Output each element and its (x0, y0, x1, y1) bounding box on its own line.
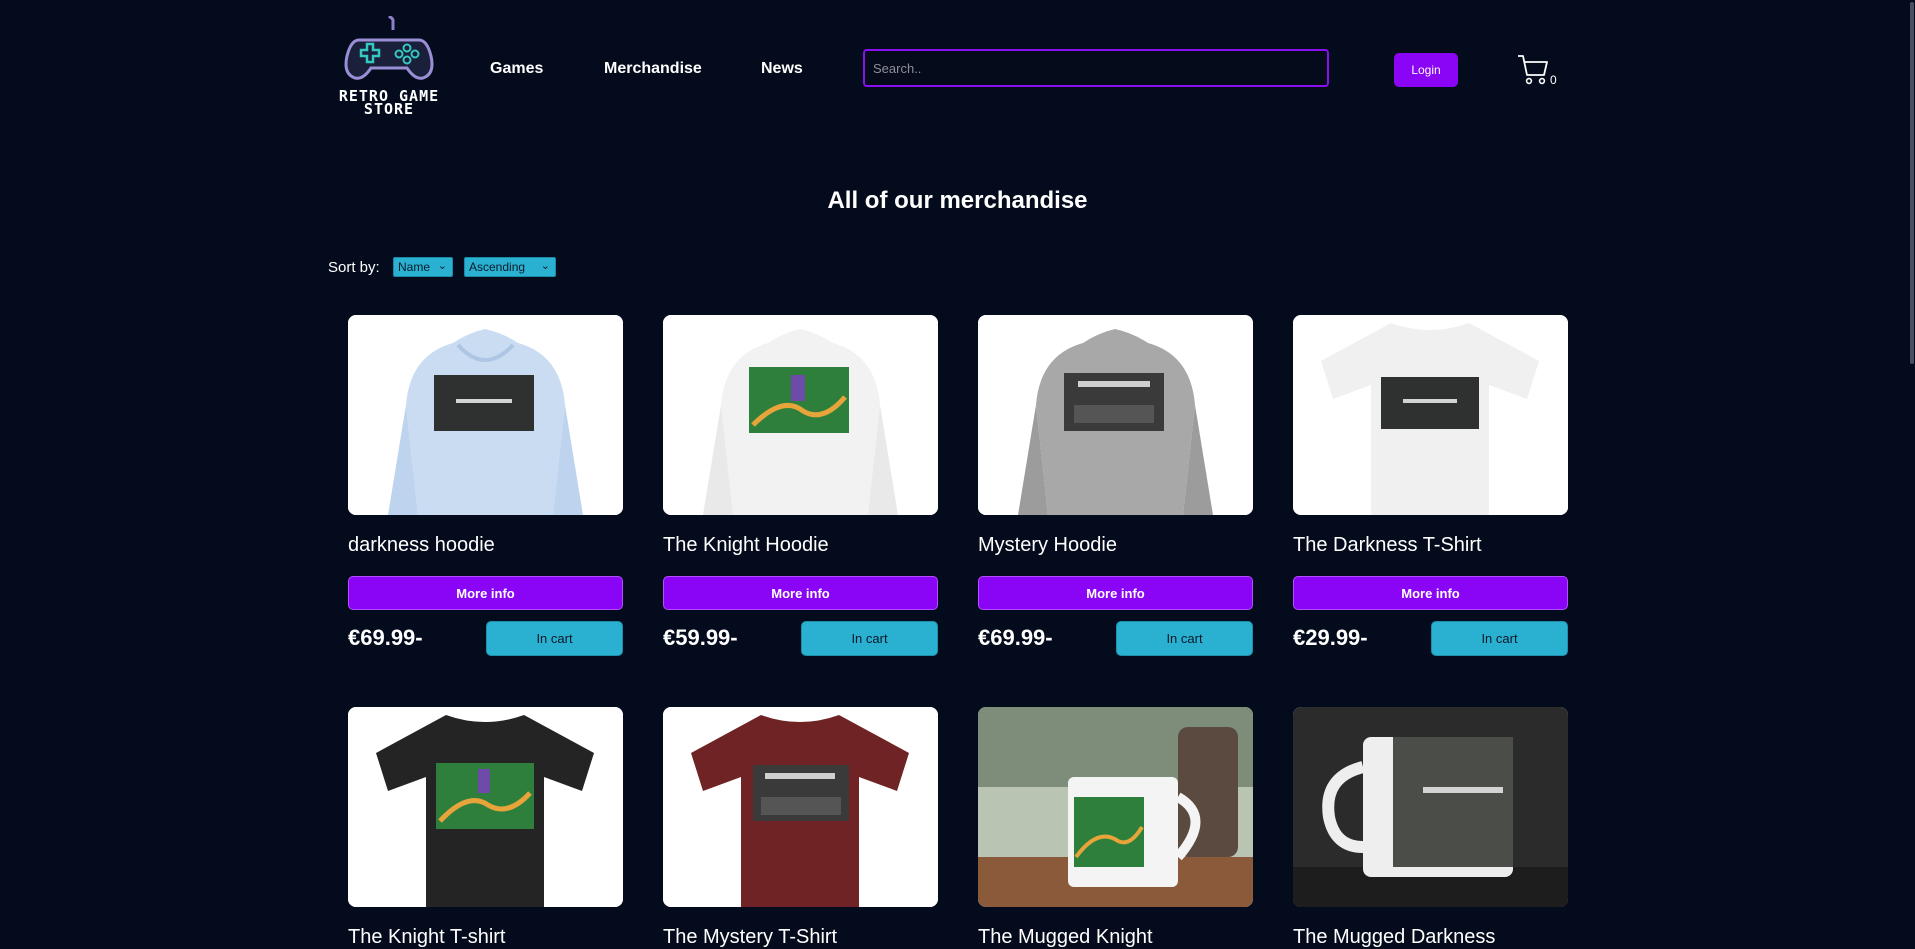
login-button[interactable]: Login (1394, 53, 1458, 87)
shopping-cart-icon (1518, 55, 1548, 85)
search-input[interactable] (863, 49, 1329, 87)
nav-news[interactable]: News (761, 60, 803, 78)
product-image[interactable] (1293, 707, 1568, 907)
in-cart-button[interactable]: In cart (1431, 621, 1568, 656)
product-name[interactable]: The Mystery T-Shirt (663, 926, 837, 949)
product-image[interactable] (1293, 315, 1568, 515)
site-header: RETRO GAME STORE Games Merchandise News … (0, 0, 1915, 140)
more-info-button[interactable]: More info (348, 576, 623, 610)
more-info-button[interactable]: More info (663, 576, 938, 610)
product-image[interactable] (978, 315, 1253, 515)
product-image[interactable] (978, 707, 1253, 907)
in-cart-button[interactable]: In cart (1116, 621, 1253, 656)
sort-label: Sort by: (328, 259, 380, 276)
cart-count: 0 (1550, 73, 1557, 87)
gamepad-icon (344, 16, 434, 80)
more-info-button[interactable]: More info (978, 576, 1253, 610)
product-name[interactable]: The Darkness T-Shirt (1293, 534, 1482, 557)
product-image[interactable] (348, 315, 623, 515)
product-name[interactable]: The Mugged Darkness (1293, 926, 1495, 949)
product-image[interactable] (663, 707, 938, 907)
in-cart-button[interactable]: In cart (486, 621, 623, 656)
chevron-down-icon: ⌄ (437, 260, 447, 272)
product-price: €59.99- (663, 625, 738, 650)
sort-field-select[interactable]: Name ⌄ (393, 257, 453, 277)
nav-merchandise[interactable]: Merchandise (604, 60, 702, 78)
sort-field-value: Name (398, 260, 431, 274)
scrollbar[interactable] (1909, 0, 1915, 939)
store-logo[interactable]: RETRO GAME STORE (326, 16, 452, 120)
scroll-thumb[interactable] (1910, 2, 1914, 364)
product-name[interactable]: The Knight T-shirt (348, 926, 505, 949)
product-price: €69.99- (348, 625, 423, 650)
logo-text: RETRO GAME STORE (326, 89, 452, 117)
product-image[interactable] (348, 707, 623, 907)
product-price: €69.99- (978, 625, 1053, 650)
product-name[interactable]: Mystery Hoodie (978, 534, 1117, 557)
nav-games[interactable]: Games (490, 60, 543, 78)
chevron-down-icon: ⌄ (540, 260, 550, 272)
product-name[interactable]: darkness hoodie (348, 534, 495, 557)
in-cart-button[interactable]: In cart (801, 621, 938, 656)
product-image[interactable] (663, 315, 938, 515)
sort-order-select[interactable]: Ascending ⌄ (464, 257, 556, 277)
more-info-button[interactable]: More info (1293, 576, 1568, 610)
product-name[interactable]: The Knight Hoodie (663, 534, 829, 557)
product-name[interactable]: The Mugged Knight (978, 926, 1153, 949)
cart-button[interactable]: 0 (1517, 53, 1557, 89)
page-title: All of our merchandise (827, 187, 1088, 214)
product-price: €29.99- (1293, 625, 1368, 650)
sort-order-value: Ascending (469, 260, 526, 274)
